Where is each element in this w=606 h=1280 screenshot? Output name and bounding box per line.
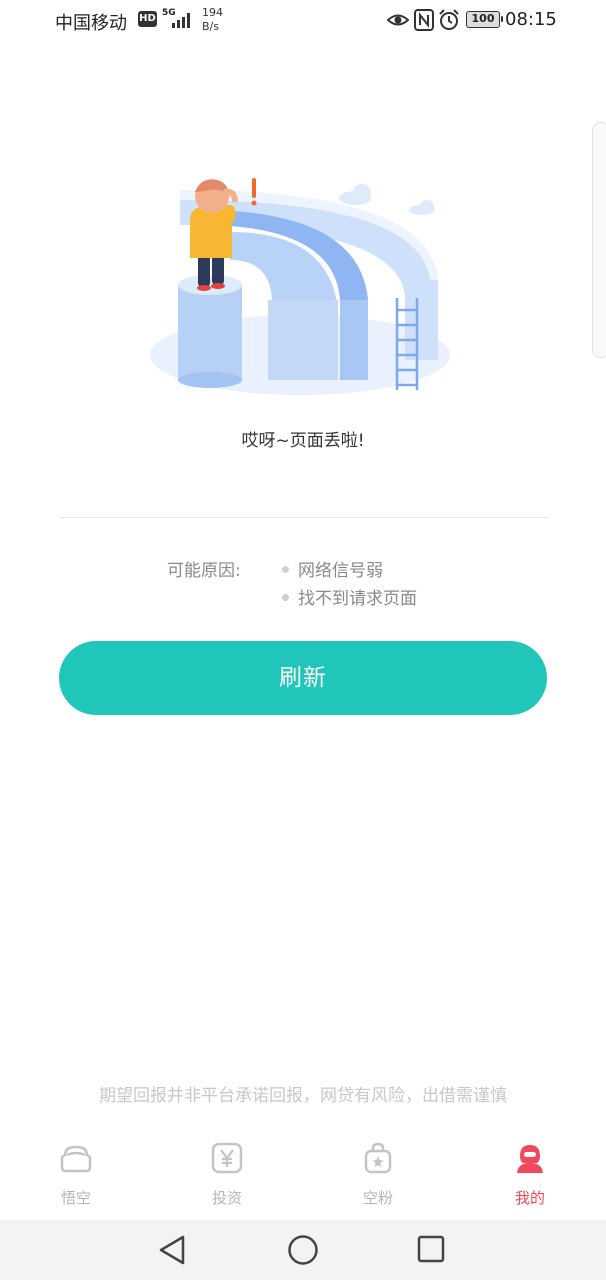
speed-unit: B/s	[202, 20, 219, 33]
pillar	[178, 285, 242, 380]
profile-icon	[517, 1145, 543, 1173]
system-nav-bar	[0, 1220, 606, 1280]
tab-label: 悟空	[60, 1189, 91, 1207]
tab-mine[interactable]: 我的	[485, 1137, 575, 1213]
reasons-label: 可能原因:	[167, 561, 241, 581]
hd-badge: HD	[138, 11, 157, 27]
reason-item: 网络信号弱	[282, 556, 383, 581]
error-message: 哎呀~页面丢啦!	[241, 431, 365, 451]
invest-yen-icon	[211, 1142, 243, 1174]
fans-bag-icon	[364, 1142, 392, 1174]
reason-item: 找不到请求页面	[282, 584, 417, 609]
tab-fans[interactable]: 空粉	[333, 1137, 423, 1213]
alarm-icon	[439, 9, 459, 30]
lost-page-illustration	[150, 178, 450, 395]
carrier-name: 中国移动	[55, 13, 127, 34]
back-icon[interactable]	[157, 1234, 187, 1266]
battery-icon: 100	[466, 11, 503, 28]
divider	[60, 517, 547, 518]
reason-text: 网络信号弱	[298, 561, 383, 581]
tab-label: 空粉	[362, 1189, 393, 1207]
bullet-icon	[282, 593, 289, 601]
bullet-icon	[282, 565, 289, 573]
nfc-icon	[414, 9, 434, 31]
exclamation-icon	[251, 178, 257, 206]
tab-label: 我的	[514, 1189, 545, 1207]
network-speed: 194 B/s	[202, 6, 223, 34]
eye-comfort-icon	[387, 14, 409, 26]
reason-text: 找不到请求页面	[298, 589, 417, 609]
recent-apps-icon[interactable]	[417, 1235, 445, 1263]
home-icon[interactable]	[287, 1234, 319, 1266]
signal-icon	[172, 13, 190, 28]
tab-invest[interactable]: 投资	[182, 1137, 272, 1213]
side-edge-handle[interactable]	[592, 122, 606, 358]
refresh-button[interactable]: 刷新	[59, 641, 547, 715]
tab-label: 投资	[211, 1189, 242, 1207]
tab-wukong[interactable]: 悟空	[31, 1137, 121, 1213]
wukong-icon	[60, 1145, 92, 1173]
lost-person-figure	[190, 179, 238, 291]
status-bar: 中国移动 HD 5G 194 B/s 100 08:15	[0, 0, 606, 42]
risk-disclaimer: 期望回报并非平台承诺回报，网贷有风险，出借需谨慎	[99, 1086, 507, 1106]
speed-value: 194	[202, 6, 223, 19]
clock: 08:15	[505, 9, 557, 30]
